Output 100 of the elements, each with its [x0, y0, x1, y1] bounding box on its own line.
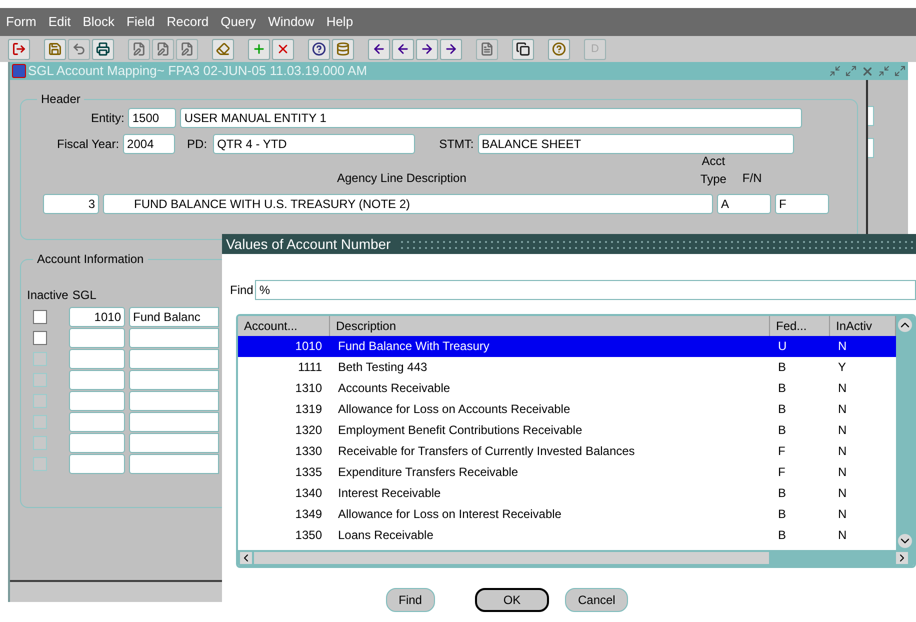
dialog-button[interactable]: OK — [474, 588, 549, 612]
sgl-field[interactable]: 1010 — [69, 306, 125, 326]
sgl-description-field[interactable] — [129, 348, 219, 368]
scroll-right-icon[interactable] — [896, 552, 908, 564]
table-row[interactable]: 1310 Accounts Receivable B N — [238, 378, 896, 399]
sgl-description-field[interactable] — [129, 370, 219, 390]
acct-type-field[interactable]: A — [717, 194, 771, 214]
stmt-field[interactable]: BALANCE SHEET — [478, 134, 794, 154]
table-cell-text: F — [777, 443, 786, 460]
table-cell-text: 1340 — [294, 485, 323, 502]
maximize-icon[interactable] — [845, 65, 857, 77]
help-icon — [552, 42, 566, 56]
sgl-description-field[interactable] — [129, 412, 219, 432]
scroll-left-icon[interactable] — [240, 552, 252, 564]
entity-name-field[interactable]: USER MANUAL ENTITY 1 — [180, 108, 802, 128]
line-number-field[interactable]: 3 — [43, 194, 99, 214]
menu-item[interactable]: Block — [82, 12, 115, 32]
close-icon[interactable] — [861, 64, 874, 78]
table-row[interactable]: 1320 Employment Benefit Contributions Receivable B N — [238, 420, 896, 441]
fn-field[interactable]: F — [775, 194, 829, 214]
sgl-field[interactable] — [69, 390, 125, 410]
table-cell-text: Accounts Receivable — [337, 380, 452, 397]
dialog-button[interactable]: Cancel — [564, 588, 628, 612]
field-label: Agency Line Description — [337, 170, 466, 187]
table-row[interactable]: 1349 Allowance for Loss on Interest Receivable B N — [238, 504, 896, 525]
table-cell-text: B — [777, 359, 788, 376]
table-row[interactable]: 1111 Beth Testing 443 B Y — [238, 357, 896, 378]
find-field[interactable]: % — [255, 280, 916, 300]
menu-item[interactable]: Field — [126, 12, 155, 32]
table-cell-text: U — [777, 338, 788, 355]
form-icon — [12, 64, 26, 78]
copy-icon — [516, 42, 530, 56]
exit-icon — [12, 42, 26, 56]
table-cell-text: 1350 — [294, 527, 323, 544]
print-icon — [96, 42, 110, 56]
table-cell-text: N — [837, 527, 848, 544]
edit-icon — [156, 42, 170, 56]
eraser-icon — [216, 42, 230, 56]
group-title: Account Information — [36, 251, 145, 268]
sgl-description-field[interactable] — [129, 390, 219, 410]
sgl-field[interactable] — [69, 348, 125, 368]
sgl-field[interactable] — [69, 412, 125, 432]
table-cell-text: B — [777, 485, 788, 502]
maximize-icon[interactable] — [894, 65, 906, 77]
scroll-up-icon[interactable] — [898, 318, 912, 332]
fiscal-year-field[interactable]: 2004 — [123, 134, 176, 154]
table-row[interactable]: 1010 Fund Balance With Treasury U N — [238, 336, 896, 357]
toolbar-button[interactable] — [92, 38, 114, 60]
menu-item[interactable]: Form — [6, 12, 36, 32]
undo-icon — [72, 42, 86, 56]
sgl-field[interactable] — [69, 432, 125, 452]
field-edge — [868, 138, 874, 158]
toolbar-button[interactable] — [368, 38, 390, 60]
scrollbar-thumb[interactable] — [254, 552, 769, 564]
menu-item[interactable]: Query — [220, 12, 256, 32]
table-cell-text: F — [777, 464, 786, 481]
table-row[interactable]: 1330 Receivable for Transfers of Currently Invested Balances F N — [238, 441, 896, 462]
dialog-button[interactable]: Find — [386, 588, 435, 612]
sgl-description-field[interactable] — [129, 328, 219, 348]
entity-field[interactable]: 1500 — [128, 108, 176, 128]
minimize-icon[interactable] — [829, 65, 841, 77]
sgl-field[interactable] — [69, 454, 125, 474]
table-cell-text: N — [837, 443, 848, 460]
menu-item[interactable]: Window — [268, 12, 314, 32]
toolbar-button[interactable] — [392, 38, 414, 60]
menu-item[interactable]: Record — [166, 12, 209, 32]
field-label: Fiscal Year: — [57, 136, 120, 153]
sgl-description-field[interactable] — [129, 454, 219, 474]
table-cell-text: B — [777, 380, 788, 397]
toolbar-button[interactable] — [308, 38, 330, 60]
agency-line-field[interactable]: FUND BALANCE WITH U.S. TREASURY (NOTE 2) — [103, 194, 713, 214]
table-cell-text: Allowance for Loss on Interest Receivable — [337, 506, 562, 523]
table-cell-text: Interest Receivable — [337, 485, 442, 502]
table-cell-text: Fund Balance With Treasury — [337, 338, 490, 355]
sgl-description-field[interactable] — [129, 432, 219, 452]
table-cell-text: Y — [837, 359, 848, 376]
field-label: Acct — [702, 153, 726, 170]
sgl-description-field[interactable]: Fund Balanc — [129, 306, 219, 326]
scroll-down-icon[interactable] — [898, 534, 912, 548]
sgl-field[interactable] — [69, 370, 125, 390]
minimize-icon[interactable] — [878, 65, 890, 77]
document-icon — [480, 42, 494, 56]
table-row[interactable]: 1319 Allowance for Loss on Accounts Receivable B N — [238, 399, 896, 420]
horizontal-scrollbar[interactable] — [238, 550, 914, 566]
toolbar-button[interactable] — [512, 38, 534, 60]
plus-icon — [252, 42, 266, 56]
database-icon — [336, 42, 350, 56]
table-cell-text: N — [837, 401, 848, 418]
menu-item[interactable]: Help — [326, 12, 354, 32]
pd-field[interactable]: QTR 4 - YTD — [213, 134, 416, 154]
sgl-field[interactable] — [69, 328, 125, 348]
table-row[interactable]: 1340 Interest Receivable B N — [238, 483, 896, 504]
table-cell-text: 1320 — [294, 422, 323, 439]
menu-item[interactable]: Edit — [48, 12, 71, 32]
field-edge — [868, 106, 874, 126]
toolbar-button[interactable] — [440, 38, 462, 60]
table-row[interactable]: 1335 Expenditure Transfers Receivable F N — [238, 462, 896, 483]
vertical-scrollbar[interactable] — [896, 316, 914, 550]
toolbar-button[interactable] — [416, 38, 438, 60]
table-row[interactable]: 1350 Loans Receivable B N — [238, 525, 896, 546]
